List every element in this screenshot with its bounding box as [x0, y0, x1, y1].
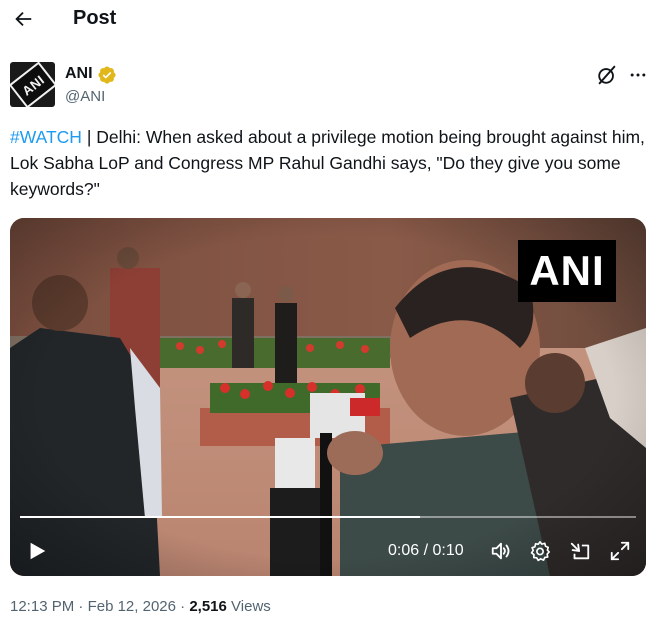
author-name[interactable]: ANI	[65, 64, 93, 84]
dock-button[interactable]	[567, 538, 593, 564]
fullscreen-icon	[610, 541, 630, 561]
hashtag-link[interactable]: #WATCH	[10, 127, 82, 147]
tweet-meta: 12:13 PM · Feb 12, 2026 · 2,516 Views	[10, 597, 271, 617]
video-progress-fill	[20, 516, 421, 518]
play-icon	[30, 542, 46, 560]
back-button[interactable]	[8, 4, 38, 34]
play-button[interactable]	[24, 538, 50, 564]
video-player[interactable]: ANI 0:06 / 0:10	[10, 218, 646, 576]
page-title: Post	[73, 7, 117, 29]
ani-watermark: ANI	[518, 240, 616, 302]
arrow-left-icon	[15, 11, 32, 27]
grok-icon	[598, 65, 616, 85]
views-count: 2,516	[189, 598, 227, 615]
volume-button[interactable]	[488, 538, 514, 564]
verified-badge-icon	[98, 66, 116, 84]
more-horizontal-icon	[630, 73, 646, 77]
settings-button[interactable]	[527, 538, 553, 564]
video-time: 0:06 / 0:10	[388, 542, 464, 559]
volume-icon	[491, 542, 510, 560]
video-progress-bar[interactable]	[20, 516, 636, 518]
tweet-text: #WATCH | Delhi: When asked about a privi…	[10, 124, 660, 202]
more-options-button[interactable]	[624, 61, 652, 89]
ani-logo: ANI	[10, 62, 55, 107]
page-header: Post	[0, 0, 672, 40]
tweet-separator: |	[81, 127, 97, 147]
views-label: Views	[231, 598, 271, 615]
avatar[interactable]: ANI	[10, 62, 55, 107]
author-handle[interactable]: @ANI	[65, 87, 105, 107]
grok-button[interactable]	[593, 61, 621, 89]
fullscreen-button[interactable]	[607, 538, 633, 564]
meta-dot: ·	[78, 598, 88, 615]
tweet-date-link[interactable]: Feb 12, 2026	[88, 598, 176, 615]
tweet-body: Delhi: When asked about a privilege moti…	[10, 127, 645, 199]
gear-icon	[530, 541, 550, 562]
dock-icon	[570, 542, 590, 560]
tweet-time-link[interactable]: 12:13 PM	[10, 598, 74, 615]
meta-dot: ·	[180, 598, 190, 615]
